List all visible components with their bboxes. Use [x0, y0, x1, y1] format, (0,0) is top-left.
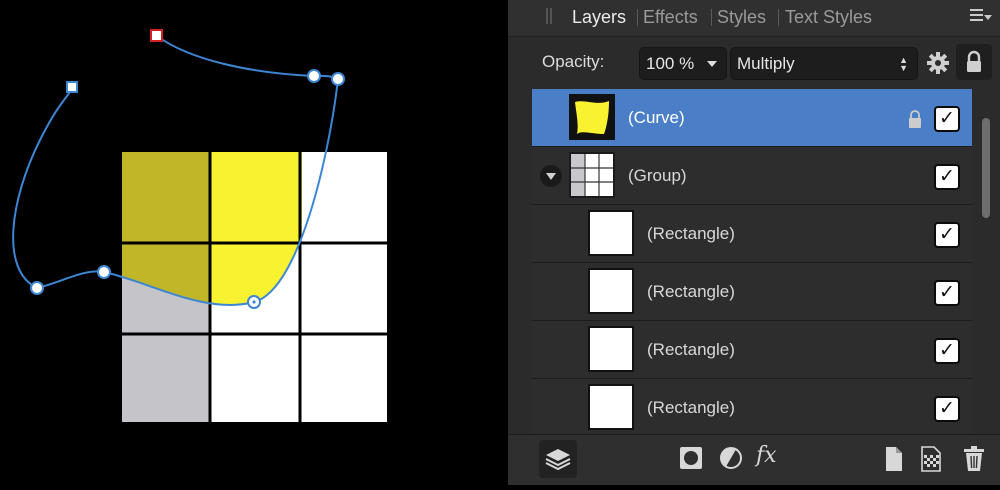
- opacity-label: Opacity:: [542, 52, 605, 71]
- design-canvas[interactable]: [0, 0, 508, 485]
- expand-toggle-icon[interactable]: [540, 165, 562, 187]
- layer-row-rectangle[interactable]: (Rectangle) ✓: [532, 379, 972, 434]
- layers-stack-icon: [545, 449, 571, 471]
- layer-thumbnail: [588, 326, 634, 372]
- scrollbar[interactable]: [982, 118, 990, 218]
- layer-row-curve[interactable]: (Curve) ✓: [532, 89, 972, 147]
- lock-icon[interactable]: [906, 108, 924, 130]
- visibility-checkbox[interactable]: ✓: [934, 164, 960, 190]
- layer-thumbnail: [588, 384, 634, 430]
- rectangle-grid[interactable]: [122, 152, 387, 422]
- stepper-arrows-icon: ▲ ▼: [899, 55, 908, 73]
- node: [30, 281, 44, 295]
- tab-styles[interactable]: Styles: [717, 7, 766, 28]
- tab-effects[interactable]: Effects: [643, 7, 698, 28]
- new-layer-icon[interactable]: [884, 446, 904, 472]
- lock-button[interactable]: [956, 44, 992, 80]
- layer-name[interactable]: (Rectangle): [647, 282, 735, 302]
- layer-thumbnail: [569, 94, 615, 140]
- layer-row-rectangle[interactable]: (Rectangle) ✓: [532, 321, 972, 379]
- tab-divider: [778, 9, 779, 26]
- panel-grip-handle[interactable]: [546, 8, 552, 24]
- layer-actions-bar: fx: [508, 434, 1000, 485]
- blend-mode-dropdown[interactable]: Multiply ▲ ▼: [730, 47, 918, 80]
- blend-mode-value: Multiply: [737, 54, 795, 73]
- layer-name[interactable]: (Rectangle): [647, 340, 735, 360]
- control-handle: [66, 81, 78, 93]
- layer-thumbnail: [569, 152, 615, 198]
- tab-divider: [711, 9, 712, 26]
- layer-thumbnail: [588, 210, 634, 256]
- start-node: [150, 29, 163, 42]
- layer-options-bar: Opacity: 100 % Multiply ▲ ▼: [508, 37, 1000, 87]
- layer-name[interactable]: (Curve): [628, 108, 685, 128]
- fx-icon[interactable]: fx: [756, 443, 777, 468]
- panel-tab-bar: Layers Effects Styles Text Styles: [508, 0, 1000, 37]
- trash-icon[interactable]: [963, 446, 985, 472]
- chevron-down-icon: [707, 61, 717, 67]
- layer-row-group[interactable]: (Group) ✓: [532, 147, 972, 205]
- visibility-checkbox[interactable]: ✓: [934, 222, 960, 248]
- panel-menu-icon[interactable]: [970, 9, 992, 25]
- node: [97, 265, 111, 279]
- adjustment-icon[interactable]: [719, 446, 743, 470]
- layer-thumbnail: [588, 268, 634, 314]
- gear-icon[interactable]: [926, 51, 950, 75]
- layer-name[interactable]: (Group): [628, 166, 687, 186]
- visibility-checkbox[interactable]: ✓: [934, 396, 960, 422]
- visibility-checkbox[interactable]: ✓: [934, 280, 960, 306]
- layers-stack-button[interactable]: [539, 440, 577, 478]
- visibility-checkbox[interactable]: ✓: [934, 106, 960, 132]
- opacity-dropdown[interactable]: 100 %: [639, 47, 727, 80]
- visibility-checkbox[interactable]: ✓: [934, 338, 960, 364]
- opacity-value: 100 %: [646, 54, 695, 73]
- layer-name[interactable]: (Rectangle): [647, 398, 735, 418]
- canvas-artwork[interactable]: [0, 0, 508, 485]
- layer-row-rectangle[interactable]: (Rectangle) ✓: [532, 205, 972, 263]
- new-pixel-layer-icon[interactable]: [920, 446, 944, 472]
- layer-row-rectangle[interactable]: (Rectangle) ✓: [532, 263, 972, 321]
- tab-text-styles[interactable]: Text Styles: [785, 7, 872, 28]
- layer-name[interactable]: (Rectangle): [647, 224, 735, 244]
- layer-list: (Curve) ✓ (Group) ✓ (Rectangle) ✓ (Recta…: [532, 89, 972, 434]
- mask-icon[interactable]: [679, 446, 703, 470]
- tab-layers[interactable]: Layers: [572, 7, 626, 28]
- node: [307, 69, 321, 83]
- tab-divider: [637, 9, 638, 26]
- lock-icon: [967, 50, 981, 72]
- node: [331, 72, 345, 86]
- layers-panel: Layers Effects Styles Text Styles Opacit…: [508, 0, 1000, 485]
